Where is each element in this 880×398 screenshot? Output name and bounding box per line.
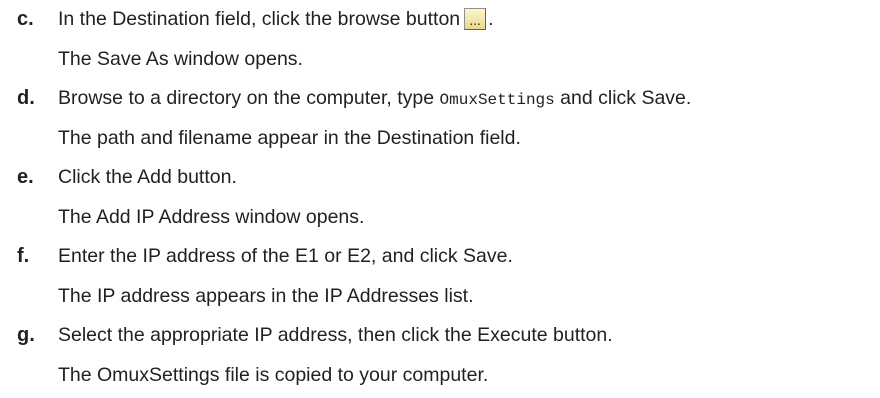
step-c: c. In the Destination field, click the b…: [0, 0, 880, 79]
step-result: The Save As window opens.: [58, 48, 303, 70]
instruction-text-end: .: [488, 8, 494, 30]
step-instruction: In the Destination field, click the brow…: [58, 6, 494, 32]
step-instruction: Enter the IP address of the E1 or E2, an…: [58, 245, 513, 267]
instruction-text: Browse to a directory on the computer, t…: [58, 87, 440, 109]
step-instruction: Select the appropriate IP address, then …: [58, 324, 613, 346]
step-letter: e.: [17, 166, 34, 188]
step-letter: g.: [17, 324, 35, 346]
browse-button-label: ...: [469, 14, 481, 28]
step-f: f. Enter the IP address of the E1 or E2,…: [0, 237, 880, 316]
step-result: The IP address appears in the IP Address…: [58, 285, 474, 307]
step-result: The path and filename appear in the Dest…: [58, 127, 521, 149]
procedure-steps: c. In the Destination field, click the b…: [0, 0, 880, 395]
step-result: The OmuxSettings file is copied to your …: [58, 364, 489, 386]
step-instruction: Browse to a directory on the computer, t…: [58, 85, 691, 113]
filename-code: OmuxSettings: [439, 91, 555, 109]
step-instruction: Click the Add button.: [58, 166, 237, 188]
step-letter: f.: [17, 245, 30, 267]
step-result: The Add IP Address window opens.: [58, 206, 365, 228]
step-e: e. Click the Add button. The Add IP Addr…: [0, 158, 880, 237]
instruction-text-end: and click Save.: [554, 87, 692, 109]
step-g: g. Select the appropriate IP address, th…: [0, 316, 880, 395]
instruction-text: In the Destination field, click the brow…: [58, 8, 461, 30]
step-d: d. Browse to a directory on the computer…: [0, 79, 880, 158]
step-letter: c.: [17, 8, 34, 30]
browse-button-icon: ...: [464, 8, 487, 30]
step-letter: d.: [17, 87, 35, 109]
